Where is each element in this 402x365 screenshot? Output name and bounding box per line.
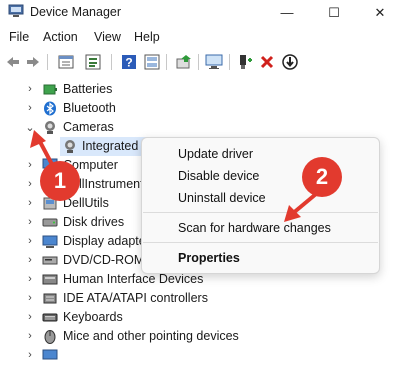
chevron-right-icon[interactable]: › xyxy=(24,273,36,285)
toolbar-separator xyxy=(229,54,230,70)
chevron-right-icon[interactable]: › xyxy=(24,216,36,228)
keyboard-icon xyxy=(42,313,58,322)
minimize-icon: — xyxy=(280,5,294,20)
chevron-right-icon[interactable]: › xyxy=(24,178,36,190)
annotation-badge-2: 2 xyxy=(302,157,342,197)
menu-view[interactable]: View xyxy=(94,30,121,44)
chevron-right-icon[interactable]: › xyxy=(24,159,36,171)
tree-item-keyboards[interactable]: › Keyboards xyxy=(0,308,402,327)
tree-item-label: Batteries xyxy=(63,82,113,96)
chevron-right-icon[interactable]: › xyxy=(24,197,36,209)
svg-text:?: ? xyxy=(125,56,132,70)
menu-scan-hardware[interactable]: Scan for hardware changes xyxy=(178,221,331,235)
back-arrow-icon xyxy=(7,57,19,67)
download-icon xyxy=(282,54,298,70)
toolbar-separator xyxy=(47,54,48,70)
tree-item-label: Mice and other pointing devices xyxy=(63,329,239,343)
menu-action[interactable]: Action xyxy=(43,30,78,44)
disk-drive-icon xyxy=(42,218,58,227)
tree-item-cameras[interactable]: ⌄ Cameras xyxy=(0,118,402,137)
camera-icon xyxy=(45,121,55,134)
menu-properties[interactable]: Properties xyxy=(178,251,240,265)
device-icon xyxy=(42,349,58,360)
monitor-icon xyxy=(205,54,223,69)
download-button[interactable] xyxy=(281,53,299,71)
properties-button[interactable] xyxy=(57,53,75,71)
tree-item-label: Display adapte xyxy=(63,234,146,248)
tree-item-label: IDE ATA/ATAPI controllers xyxy=(63,291,208,305)
forward-button[interactable] xyxy=(24,53,42,71)
tree-item-ide[interactable]: › IDE ATA/ATAPI controllers xyxy=(0,289,402,308)
hid-icon xyxy=(42,274,58,285)
toolbar-separator xyxy=(198,54,199,70)
annotation-badge-1: 1 xyxy=(40,161,80,201)
back-button[interactable] xyxy=(4,53,22,71)
webcam-icon xyxy=(65,140,75,153)
battery-icon xyxy=(43,84,57,95)
menu-separator xyxy=(143,242,378,243)
forward-arrow-icon xyxy=(27,57,39,67)
tree-item-label: Cameras xyxy=(63,120,114,134)
mouse-icon xyxy=(44,330,56,344)
toolbar-separator xyxy=(166,54,167,70)
toolbar-separator xyxy=(111,54,112,70)
help-icon: ? xyxy=(122,55,136,70)
chevron-right-icon[interactable]: › xyxy=(24,83,36,95)
device-list-icon xyxy=(85,54,101,70)
chevron-right-icon[interactable]: › xyxy=(24,349,36,361)
chevron-right-icon[interactable]: › xyxy=(24,330,36,342)
properties-icon xyxy=(58,55,74,69)
minimize-button[interactable]: — xyxy=(264,0,310,25)
add-driver-icon xyxy=(240,55,252,69)
menu-help[interactable]: Help xyxy=(134,30,160,44)
tree-item-label: Human Interface Devices xyxy=(63,272,204,286)
device-manager-app-icon xyxy=(8,4,24,17)
tree-item-bluetooth[interactable]: › Bluetooth xyxy=(0,99,402,118)
menu-update-driver[interactable]: Update driver xyxy=(178,147,253,161)
chevron-down-icon[interactable]: ⌄ xyxy=(24,121,36,134)
dvd-icon xyxy=(42,256,58,265)
tree-item-label: Disk drives xyxy=(63,215,125,229)
update-driver-button[interactable] xyxy=(175,53,193,71)
tree-item-mice[interactable]: › Mice and other pointing devices xyxy=(0,327,402,346)
chevron-right-icon[interactable]: › xyxy=(24,311,36,323)
help-button[interactable]: ? xyxy=(120,53,138,71)
close-icon: ✕ xyxy=(374,4,386,20)
uninstall-button[interactable] xyxy=(258,53,276,71)
tree-item-batteries[interactable]: › Batteries xyxy=(0,80,402,99)
maximize-button[interactable]: ☐ xyxy=(311,0,357,25)
chevron-right-icon[interactable]: › xyxy=(24,254,36,266)
display-adapter-icon xyxy=(42,235,58,248)
device-view-icon xyxy=(144,54,160,70)
tree-item-label: Bluetooth xyxy=(63,101,116,115)
update-driver-icon xyxy=(176,55,191,69)
menu-bar: File Action View Help xyxy=(0,27,402,47)
window-title: Device Manager xyxy=(30,5,122,19)
uninstall-icon xyxy=(260,55,274,69)
close-button[interactable]: ✕ xyxy=(357,0,402,25)
chevron-right-icon[interactable]: › xyxy=(24,235,36,247)
add-driver-button[interactable] xyxy=(236,53,254,71)
chevron-right-icon[interactable]: › xyxy=(24,292,36,304)
menu-uninstall-device[interactable]: Uninstall device xyxy=(178,191,266,205)
toolbar: ? xyxy=(0,49,402,75)
title-bar: Device Manager — ☐ ✕ xyxy=(0,0,402,25)
maximize-icon: ☐ xyxy=(328,4,340,20)
device-list-button[interactable] xyxy=(84,53,102,71)
bluetooth-icon xyxy=(44,101,56,116)
scan-monitor-button[interactable] xyxy=(205,53,223,71)
tree-item-label: Keyboards xyxy=(63,310,123,324)
menu-file[interactable]: File xyxy=(9,30,29,44)
chevron-right-icon[interactable]: › xyxy=(24,102,36,114)
tree-item-partial[interactable]: › xyxy=(0,346,402,365)
device-view-button[interactable] xyxy=(143,53,161,71)
context-menu: Update driver Disable device Uninstall d… xyxy=(141,137,380,274)
menu-separator xyxy=(143,212,378,213)
ide-icon xyxy=(43,293,57,304)
menu-disable-device[interactable]: Disable device xyxy=(178,169,259,183)
tree-item-label: DVD/CD-ROM xyxy=(63,253,145,267)
